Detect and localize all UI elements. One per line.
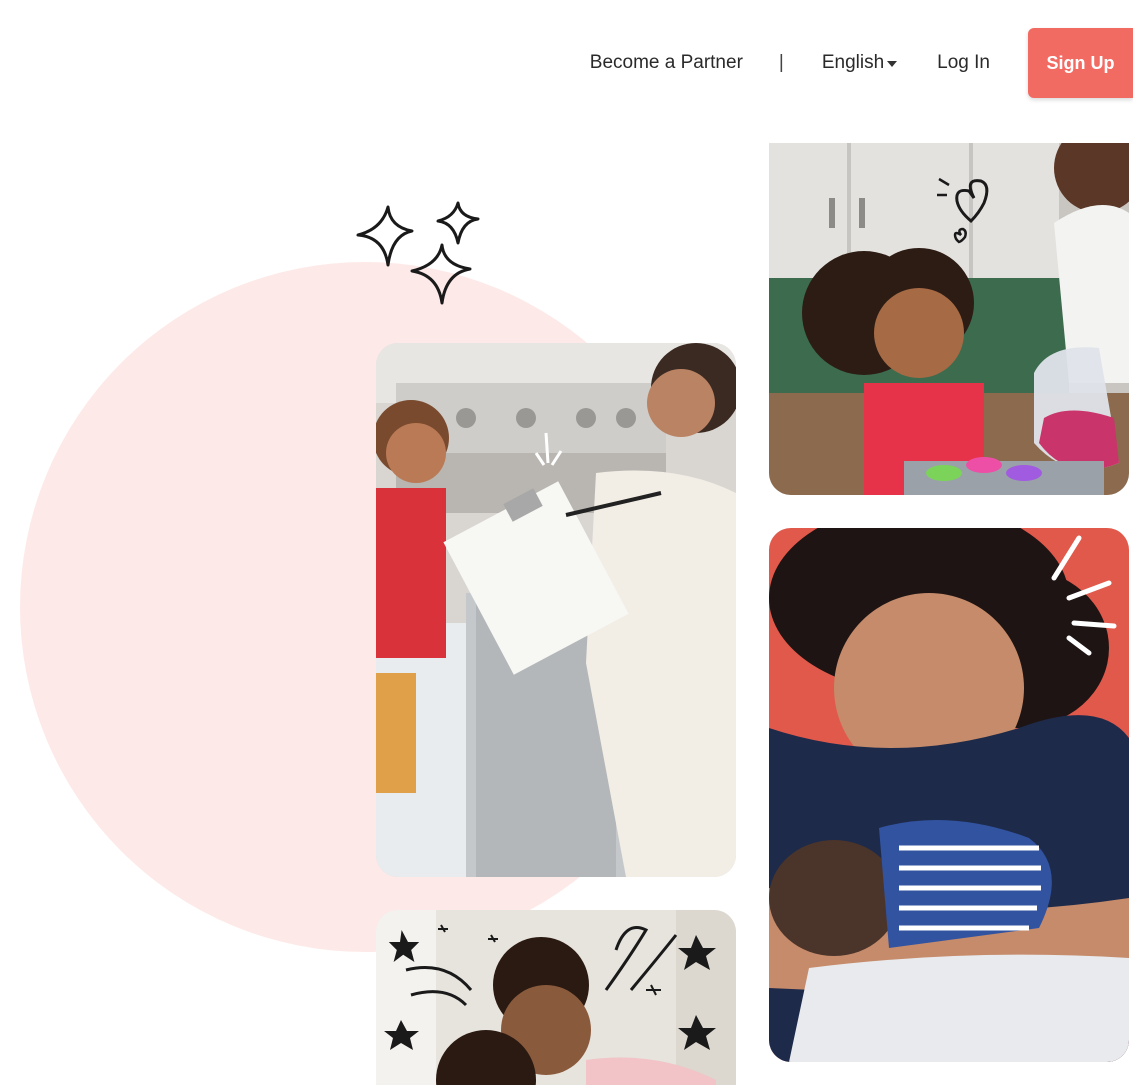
page: Become a Partner | English Log In Sign U… <box>0 0 1133 1085</box>
chevron-down-icon <box>887 61 898 67</box>
nav-separator: | <box>778 52 784 73</box>
photo-kitchen-clipboard <box>376 343 736 877</box>
language-select[interactable]: English <box>821 52 898 74</box>
photo-mother-baby <box>769 528 1129 1062</box>
sparkles-icon <box>356 201 480 305</box>
top-nav: Become a Partner | English Log In Sign U… <box>590 28 1133 98</box>
become-partner-link[interactable]: Become a Partner <box>590 52 743 74</box>
photo-baking-child <box>769 143 1129 495</box>
photo-kids-hug <box>376 910 736 1085</box>
signup-button[interactable]: Sign Up <box>1028 28 1133 98</box>
language-label: English <box>821 52 885 73</box>
login-link[interactable]: Log In <box>937 52 990 74</box>
